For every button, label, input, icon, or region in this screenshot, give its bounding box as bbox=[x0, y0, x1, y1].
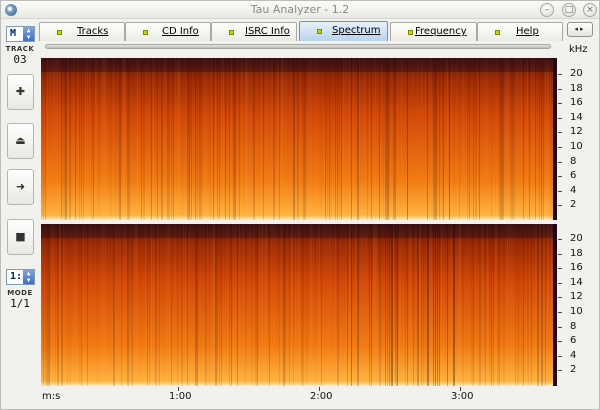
arrow-right-icon: ➜ bbox=[15, 180, 26, 193]
frequency-tick-label: 6 bbox=[570, 335, 577, 347]
stop-button[interactable]: ■ bbox=[7, 219, 34, 255]
frequency-tick-label: 8 bbox=[570, 320, 577, 332]
frequency-tick-label: 6 bbox=[570, 170, 577, 182]
spectrogram-image bbox=[41, 58, 557, 220]
mode-label: MODE bbox=[7, 289, 33, 297]
time-label: 3:00 bbox=[451, 391, 474, 402]
play-button[interactable]: ➜ bbox=[7, 169, 34, 205]
tab-tracks[interactable]: Tracks bbox=[39, 22, 125, 41]
time-label: 2:00 bbox=[310, 391, 333, 402]
tab-label: Help bbox=[516, 26, 539, 37]
channel-mode-select[interactable]: M ▲ ▼ bbox=[6, 26, 35, 42]
tab-help[interactable]: Help bbox=[477, 22, 563, 41]
frequency-tick-label: 8 bbox=[570, 155, 577, 167]
minimize-button[interactable]: – bbox=[540, 3, 554, 17]
status-led-icon bbox=[143, 30, 148, 35]
eject-button[interactable]: ⏏ bbox=[7, 123, 34, 159]
tab-label: Spectrum bbox=[332, 25, 381, 36]
view-select[interactable]: 1: ▲ ▼ bbox=[6, 269, 35, 285]
left-control-panel: M ▲ ▼ TRACK 03 ✚ ⏏ ➜ ■ 1: ▲ ▼ MODE 1/1 bbox=[3, 22, 37, 410]
status-led-icon bbox=[229, 30, 234, 35]
title-bar[interactable]: Tau Analyzer - 1.2 – □ × bbox=[1, 1, 599, 19]
plus-icon: ✚ bbox=[15, 85, 26, 98]
status-led-icon bbox=[57, 30, 62, 35]
frequency-tick-label: 10 bbox=[570, 306, 583, 317]
tab-cd-info[interactable]: CD Info bbox=[125, 22, 211, 41]
eject-icon: ⏏ bbox=[15, 134, 26, 147]
frequency-axis: kHz 20 18 16 14 12 10 8 6 4 2 20 18 16 14 12 10 8 6 4 2 bbox=[558, 42, 598, 388]
frequency-tick-label: 4 bbox=[570, 184, 577, 196]
tab-label: CD Info bbox=[162, 26, 199, 37]
frequency-tick-label: 10 bbox=[570, 141, 583, 152]
tab-label: Tracks bbox=[77, 26, 109, 37]
track-number: 03 bbox=[13, 53, 27, 66]
updown-arrows-icon[interactable]: ▲ ▼ bbox=[23, 270, 34, 284]
frequency-tick-label: 2 bbox=[570, 199, 577, 211]
maximize-button[interactable]: □ bbox=[562, 3, 576, 17]
spectrogram-left-channel bbox=[41, 58, 557, 220]
frequency-tick-label: 16 bbox=[570, 97, 583, 109]
time-label: 1:00 bbox=[169, 391, 192, 402]
frequency-tick-label: 18 bbox=[570, 82, 583, 94]
tab-bar: Tracks CD Info ISRC Info Spectrum Freque… bbox=[39, 21, 593, 41]
tab-label: Frequency bbox=[415, 26, 467, 37]
frequency-unit-label: kHz bbox=[569, 44, 588, 55]
channel-mode-value: M bbox=[10, 28, 17, 39]
tab-label: ISRC Info bbox=[245, 26, 290, 37]
tab-spectrum[interactable]: Spectrum bbox=[299, 21, 388, 41]
status-led-icon bbox=[317, 29, 322, 34]
window-title: Tau Analyzer - 1.2 bbox=[250, 3, 350, 16]
frequency-tick-label: 18 bbox=[570, 247, 583, 259]
time-axis: m:s 1:00 2:00 3:00 bbox=[41, 387, 557, 409]
tab-scroll-arrows-icon[interactable]: ◂▸ bbox=[567, 22, 593, 37]
app-window: Tau Analyzer - 1.2 – □ × M ▲ ▼ TRACK 03 ✚… bbox=[0, 0, 600, 410]
track-label: TRACK bbox=[5, 45, 35, 53]
frequency-tick-label: 14 bbox=[570, 276, 583, 288]
frequency-tick-label: 2 bbox=[570, 364, 577, 376]
updown-arrows-icon[interactable]: ▲ ▼ bbox=[23, 27, 34, 41]
frequency-tick-label: 20 bbox=[570, 68, 583, 79]
frequency-tick-label: 16 bbox=[570, 262, 583, 274]
spectrogram-image bbox=[41, 224, 557, 386]
stop-icon: ■ bbox=[15, 230, 26, 243]
frequency-tick-label: 20 bbox=[570, 233, 583, 244]
status-led-icon bbox=[495, 30, 500, 35]
status-led-icon bbox=[408, 30, 413, 35]
frequency-tick-label: 12 bbox=[570, 126, 583, 138]
position-slider[interactable] bbox=[45, 44, 551, 49]
frequency-tick-label: 14 bbox=[570, 111, 583, 123]
tab-frequency[interactable]: Frequency bbox=[390, 22, 477, 41]
mode-value: 1/1 bbox=[10, 297, 30, 310]
frequency-tick-label: 12 bbox=[570, 291, 583, 303]
frequency-tick-label: 4 bbox=[570, 349, 577, 361]
add-button[interactable]: ✚ bbox=[7, 74, 34, 110]
time-unit-label: m:s bbox=[42, 391, 61, 402]
view-select-value: 1: bbox=[10, 271, 23, 282]
tab-isrc-info[interactable]: ISRC Info bbox=[211, 22, 297, 41]
close-button[interactable]: × bbox=[583, 3, 597, 17]
spectrogram-right-channel bbox=[41, 224, 557, 386]
